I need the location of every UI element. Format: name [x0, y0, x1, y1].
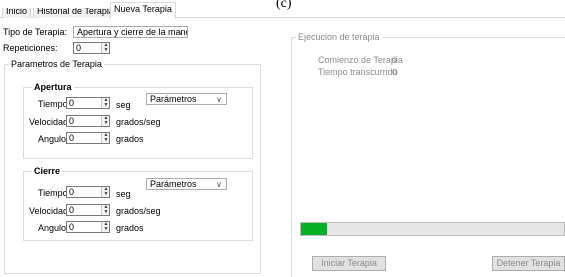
spin-down-icon[interactable]: ▼ — [103, 48, 109, 53]
apertura-velocidad-value: 0 — [69, 116, 75, 126]
spin-down-icon[interactable]: ▼ — [103, 210, 109, 215]
tipo-terapia-select[interactable]: Apertura y cierre de la mano ∨ — [73, 26, 188, 38]
tipo-terapia-value: Apertura y cierre de la mano — [77, 27, 188, 37]
ejecucion-title: Ejecucion de terapia — [296, 32, 382, 43]
parametros-title: Parametros de Terapia — [9, 59, 104, 70]
comienzo-label: Comienzo de Terapia — [318, 55, 403, 65]
apertura-tiempo-unit: seg — [116, 100, 131, 110]
cierre-tiempo-stepper[interactable]: 0 ▲ ▼ — [66, 186, 110, 198]
transcurrido-value: 0 — [392, 67, 398, 77]
cierre-title: Cierre — [32, 166, 63, 177]
cierre-velocidad-value: 0 — [69, 205, 75, 215]
apertura-velocidad-unit: grados/seg — [116, 117, 161, 127]
stepper-buttons: ▲ ▼ — [101, 116, 109, 126]
apertura-angulo-value: 0 — [69, 133, 75, 143]
cierre-tiempo-unit: seg — [116, 189, 131, 199]
repeticiones-label: Repeticiones: — [3, 43, 58, 53]
figure-label: (c) — [276, 0, 292, 11]
apertura-angulo-label: Angulo — [38, 134, 67, 144]
cierre-angulo-unit: grados — [116, 223, 144, 233]
apertura-velocidad-label: Velocidad — [29, 117, 69, 127]
repeticiones-value: 0 — [76, 43, 82, 53]
stepper-buttons: ▲ ▼ — [101, 98, 109, 108]
spin-down-icon[interactable]: ▼ — [103, 103, 109, 108]
tab-nueva-terapia[interactable]: Nueva Terapia — [110, 2, 176, 19]
chevron-down-icon: ∨ — [216, 180, 222, 189]
cierre-tiempo-label: Tiempo — [38, 188, 68, 198]
detener-terapia-button[interactable]: Detener Terapia — [492, 256, 565, 271]
cierre-tiempo-value: 0 — [69, 187, 75, 197]
chevron-down-icon: ∨ — [177, 28, 183, 37]
spin-down-icon[interactable]: ▼ — [103, 192, 109, 197]
cierre-velocidad-unit: grados/seg — [116, 206, 161, 216]
cierre-angulo-label: Angulo — [38, 223, 67, 233]
chevron-down-icon: ∨ — [216, 95, 222, 104]
apertura-velocidad-stepper[interactable]: 0 ▲ ▼ — [66, 115, 110, 127]
apertura-tiempo-value: 0 — [69, 98, 75, 108]
apertura-title: Apertura — [32, 82, 74, 93]
transcurrido-label: Tiempo transcurrido — [318, 67, 398, 77]
apertura-angulo-unit: grados — [116, 134, 144, 144]
spin-down-icon[interactable]: ▼ — [103, 138, 109, 143]
stepper-buttons: ▲ ▼ — [101, 133, 109, 143]
tipo-terapia-label: Tipo de Terapia: — [3, 27, 68, 37]
apertura-tiempo-label: Tiempo — [38, 99, 68, 109]
iniciar-terapia-button[interactable]: Iniciar Terapia — [312, 256, 386, 271]
apertura-parametros-select[interactable]: Parámetros ∨ — [146, 93, 227, 105]
repeticiones-stepper[interactable]: 0 ▲ ▼ — [73, 42, 110, 54]
stepper-buttons: ▲ ▼ — [101, 43, 109, 53]
stepper-buttons: ▲ ▼ — [101, 205, 109, 215]
spin-down-icon[interactable]: ▼ — [103, 121, 109, 126]
therapy-progress-bar — [300, 222, 565, 236]
cierre-angulo-value: 0 — [69, 222, 75, 232]
stepper-buttons: ▲ ▼ — [101, 187, 109, 197]
apertura-parametros-value: Parámetros — [150, 94, 197, 104]
spin-down-icon[interactable]: ▼ — [103, 227, 109, 232]
stepper-buttons: ▲ ▼ — [101, 222, 109, 232]
cierre-velocidad-stepper[interactable]: 0 ▲ ▼ — [66, 204, 110, 216]
cierre-angulo-stepper[interactable]: 0 ▲ ▼ — [66, 221, 110, 233]
apertura-tiempo-stepper[interactable]: 0 ▲ ▼ — [66, 97, 110, 109]
progress-fill — [301, 223, 328, 235]
cierre-parametros-select[interactable]: Parámetros ∨ — [146, 178, 227, 190]
cierre-parametros-value: Parámetros — [150, 179, 197, 189]
cierre-velocidad-label: Velocidad — [29, 206, 69, 216]
apertura-angulo-stepper[interactable]: 0 ▲ ▼ — [66, 132, 110, 144]
comienzo-value: 0 — [392, 55, 398, 65]
